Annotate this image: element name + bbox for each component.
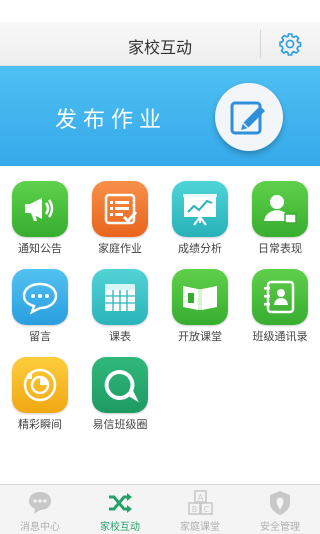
tab-family-class[interactable]: A B C 家庭课堂 (160, 485, 240, 534)
homework-list-icon (104, 193, 138, 225)
yixin-circle-tile[interactable] (92, 357, 148, 413)
svg-text:B: B (192, 505, 198, 514)
app-grade-analysis[interactable]: 成绩分析 (160, 176, 240, 264)
app-label: 班级通讯录 (252, 330, 308, 343)
tab-message-center[interactable]: 消息中心 (0, 485, 80, 534)
bottom-tab-bar: 消息中心 家校互动 A B C 家庭课堂 安全管理 (0, 484, 320, 534)
app-label: 开放课堂 (178, 330, 222, 343)
shuffle-icon (109, 493, 132, 513)
app-class-contacts[interactable]: 班级通讯录 (240, 264, 320, 352)
app-label: 日常表现 (258, 242, 302, 255)
header-divider (260, 30, 261, 58)
shield-icon (270, 491, 290, 515)
person-badge-icon (264, 195, 297, 224)
chat-bubble-icon (22, 282, 58, 315)
timetable-tile[interactable] (92, 269, 148, 325)
moments-tile[interactable] (12, 357, 68, 413)
app-label: 留言 (29, 330, 51, 343)
app-message[interactable]: 留言 (0, 264, 80, 352)
moments-icon (23, 368, 57, 402)
abc-blocks-icon: A B C (188, 490, 213, 515)
yixin-circle-icon (104, 369, 139, 403)
tab-label: 家校互动 (100, 522, 140, 533)
message-bubble-icon (29, 492, 51, 514)
gear-icon (279, 33, 302, 56)
publish-homework-banner[interactable]: 发布作业 (0, 66, 320, 166)
megaphone-icon (25, 198, 54, 221)
app-timetable[interactable]: 课表 (80, 264, 160, 352)
banner-text: 发布作业 (55, 108, 168, 133)
status-bar (0, 0, 320, 22)
settings-button[interactable] (278, 32, 302, 56)
app-homework[interactable]: 家庭作业 (80, 176, 160, 264)
address-book-icon (264, 280, 295, 314)
app-yixin-circle[interactable]: 易信班级圈 (80, 352, 160, 440)
app-header: 家校互动 (0, 22, 320, 66)
svg-text:C: C (204, 505, 210, 514)
app-daily-performance[interactable]: 日常表现 (240, 176, 320, 264)
tab-safety[interactable]: 安全管理 (240, 485, 320, 534)
tab-label: 家庭课堂 (180, 522, 220, 533)
presentation-chart-icon (183, 194, 217, 226)
app-label: 课表 (109, 330, 131, 343)
publish-homework-button[interactable] (215, 83, 283, 151)
daily-performance-tile[interactable] (252, 181, 308, 237)
message-tile[interactable] (12, 269, 68, 325)
app-label: 家庭作业 (98, 242, 142, 255)
tab-label: 消息中心 (20, 522, 60, 533)
app-label: 成绩分析 (178, 242, 222, 255)
edit-pencil-icon (230, 101, 265, 135)
tab-home-school[interactable]: 家校互动 (80, 485, 160, 534)
class-contacts-tile[interactable] (252, 269, 308, 325)
app-label: 精彩瞬间 (18, 418, 62, 431)
app-moments[interactable]: 精彩瞬间 (0, 352, 80, 440)
svg-text:A: A (198, 493, 204, 502)
app-label: 通知公告 (18, 242, 62, 255)
grade-analysis-tile[interactable] (172, 181, 228, 237)
tab-label: 安全管理 (260, 522, 300, 533)
app-label: 易信班级圈 (92, 418, 148, 431)
homework-tile[interactable] (92, 181, 148, 237)
notice-tile[interactable] (12, 181, 68, 237)
timetable-grid-icon (105, 284, 135, 311)
page-title: 家校互动 (127, 38, 192, 57)
open-class-tile[interactable] (172, 269, 228, 325)
app-notice[interactable]: 通知公告 (0, 176, 80, 264)
open-book-icon (183, 286, 217, 310)
app-open-class[interactable]: 开放课堂 (160, 264, 240, 352)
